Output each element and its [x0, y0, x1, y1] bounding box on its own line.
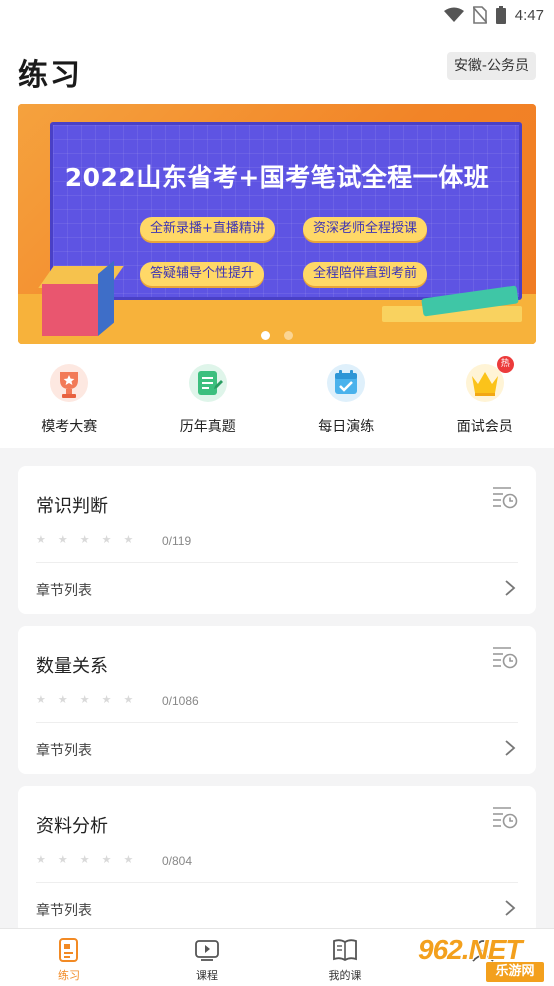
- subject-card[interactable]: 数量关系 ★ ★ ★ ★ ★ 0/1086 章节列表: [18, 626, 536, 774]
- subject-title: 常识判断: [36, 496, 108, 517]
- chapter-list-label: 章节列表: [36, 903, 92, 919]
- chevron-right-icon: [505, 740, 516, 756]
- chapter-list-row[interactable]: 章节列表: [18, 883, 536, 934]
- star-icon: ★: [57, 853, 68, 866]
- quick-nav-interview-vip[interactable]: 热 面试会员: [416, 348, 554, 448]
- practice-history-icon[interactable]: [492, 484, 518, 510]
- chevron-right-icon: [505, 900, 516, 916]
- star-icon: ★: [123, 693, 134, 706]
- practice-history-icon[interactable]: [492, 644, 518, 670]
- star-icon: ★: [101, 853, 112, 866]
- banner-title: 2022山东省考+国考笔试全程一体班: [64, 163, 490, 192]
- my-course-book-icon: [333, 939, 357, 962]
- calendar-check-icon: [325, 362, 367, 404]
- banner-tag: 全程陪伴直到考前: [303, 262, 428, 286]
- star-icon: ★: [36, 693, 46, 706]
- chapter-list-label: 章节列表: [36, 583, 92, 599]
- status-bar: 4:47: [0, 0, 554, 30]
- tab-my-course[interactable]: 我的课: [276, 929, 414, 986]
- star-icon: ★: [101, 533, 112, 546]
- carousel-dot[interactable]: [284, 331, 293, 340]
- progress-count: 0/1086: [162, 694, 199, 708]
- no-sim-icon: [472, 6, 487, 24]
- region-selector[interactable]: 安徽-公务员: [446, 52, 536, 80]
- quick-nav-mock-exam[interactable]: 模考大赛: [0, 348, 139, 448]
- banner-tag: 答疑辅导个性提升: [140, 262, 265, 286]
- watermark-logo: 962.NET 乐游网: [410, 934, 548, 984]
- banner-board: [50, 122, 522, 300]
- quick-nav-past-papers[interactable]: 历年真题: [139, 348, 278, 448]
- progress-count: 0/119: [162, 534, 192, 548]
- quick-nav-daily-practice[interactable]: 每日演练: [277, 348, 416, 448]
- battery-icon: [495, 6, 506, 24]
- trophy-icon: [48, 362, 90, 404]
- hot-badge: 热: [496, 356, 514, 373]
- status-time: 4:47: [514, 6, 544, 24]
- chapter-list-row[interactable]: 章节列表: [18, 563, 536, 614]
- tab-label: 练习: [58, 969, 80, 982]
- chevron-right-icon: [505, 580, 516, 596]
- difficulty-stars: ★ ★ ★ ★ ★: [36, 694, 133, 705]
- video-course-icon: [195, 940, 219, 961]
- difficulty-stars: ★ ★ ★ ★ ★: [36, 854, 133, 865]
- quick-nav: 模考大赛 历年真题 每日演练 热 面试会员: [0, 348, 554, 448]
- carousel-dot[interactable]: [261, 331, 270, 340]
- star-icon: ★: [123, 853, 134, 866]
- star-icon: ★: [36, 533, 46, 546]
- header: 练习 安徽-公务员: [0, 30, 554, 100]
- wifi-icon: [443, 7, 464, 22]
- practice-history-icon[interactable]: [492, 804, 518, 830]
- banner-tag: 全新录播+直播精讲: [140, 217, 275, 241]
- tab-practice[interactable]: 练习: [0, 929, 138, 986]
- star-icon: ★: [79, 853, 90, 866]
- chapter-list-row[interactable]: 章节列表: [18, 723, 536, 774]
- star-icon: ★: [36, 853, 46, 866]
- star-icon: ★: [79, 693, 90, 706]
- star-icon: ★: [57, 693, 68, 706]
- banner-section: 2022山东省考+国考笔试全程一体班 全新录播+直播精讲 资深老师全程授课 答疑…: [0, 100, 554, 348]
- page-title: 练习: [18, 58, 82, 93]
- banner-tag: 资深老师全程授课: [303, 217, 428, 241]
- tab-label: 我的课: [328, 969, 362, 982]
- subject-title: 数量关系: [36, 656, 108, 677]
- chapter-list-label: 章节列表: [36, 743, 92, 759]
- practice-icon: [59, 938, 78, 962]
- star-icon: ★: [79, 533, 90, 546]
- star-icon: ★: [57, 533, 68, 546]
- quick-nav-label: 面试会员: [456, 419, 513, 435]
- quick-nav-label: 每日演练: [318, 419, 375, 435]
- promo-banner[interactable]: 2022山东省考+国考笔试全程一体班 全新录播+直播精讲 资深老师全程授课 答疑…: [18, 104, 536, 344]
- subject-card[interactable]: 资料分析 ★ ★ ★ ★ ★ 0/804 章节列表: [18, 786, 536, 934]
- crown-icon: 热: [464, 356, 514, 404]
- subject-title: 资料分析: [36, 816, 108, 837]
- difficulty-stars: ★ ★ ★ ★ ★: [36, 534, 133, 545]
- tab-label: 课程: [196, 969, 218, 982]
- quick-nav-label: 模考大赛: [41, 419, 98, 435]
- watermark-sub-text: 乐游网: [486, 962, 544, 982]
- subject-card[interactable]: 常识判断 ★ ★ ★ ★ ★ 0/119 章节列表: [18, 466, 536, 614]
- tab-course[interactable]: 课程: [138, 929, 276, 986]
- star-icon: ★: [101, 693, 112, 706]
- progress-count: 0/804: [162, 854, 193, 868]
- star-icon: ★: [123, 533, 134, 546]
- document-pen-icon: [187, 362, 229, 404]
- quick-nav-label: 历年真题: [179, 419, 236, 435]
- carousel-indicator: [18, 331, 536, 340]
- banner-cube-decoration: [42, 284, 98, 336]
